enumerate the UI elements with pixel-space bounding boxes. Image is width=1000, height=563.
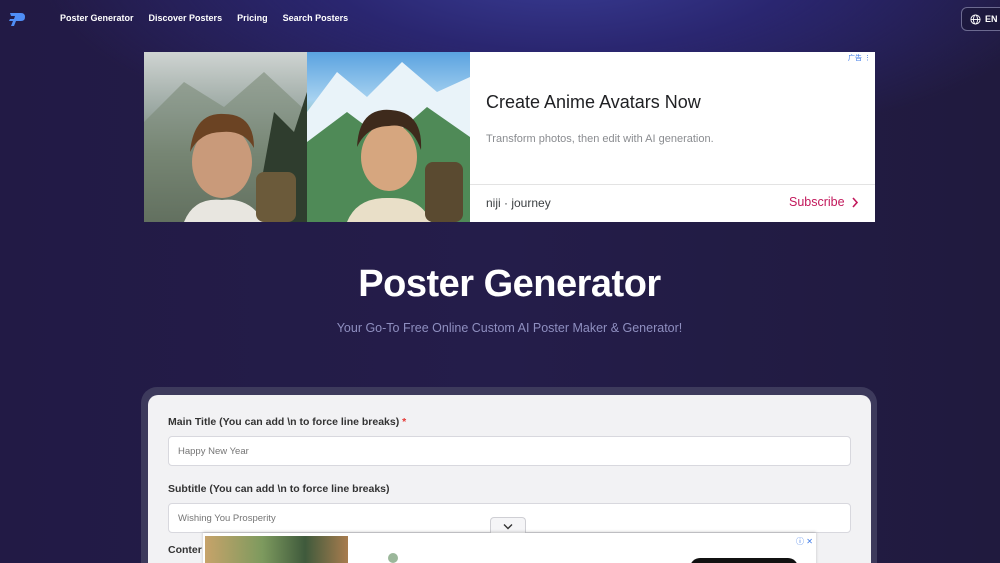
subtitle-label: Subtitle (You can add \n to force line b… [168, 483, 390, 495]
page-subtitle: Your Go-To Free Online Custom AI Poster … [336, 321, 683, 335]
ad-choices-badge[interactable]: 广告 ⋮ [848, 53, 871, 63]
chevron-down-icon [503, 523, 513, 529]
logo-icon[interactable] [8, 11, 26, 27]
ad-description: Transform photos, then edit with AI gene… [486, 133, 714, 145]
content-label: Conter [168, 544, 202, 556]
globe-icon [970, 13, 981, 25]
required-mark: * [402, 416, 407, 428]
nav-pricing[interactable]: Pricing [237, 13, 268, 23]
ad-brand: niji · journey [486, 196, 551, 210]
main-title-label: Main Title (You can add \n to force line… [168, 416, 407, 428]
nav-links: Poster Generator Discover Posters Pricin… [60, 13, 348, 23]
page-title: Poster Generator [358, 263, 661, 305]
bottom-ad-banner[interactable]: ⓘ ✕ [203, 533, 816, 563]
ad-anime-image [307, 52, 470, 222]
ad-banner[interactable]: Create Anime Avatars Now Transform photo… [144, 52, 875, 222]
nav-discover-posters[interactable]: Discover Posters [149, 13, 223, 23]
main-title-input[interactable] [168, 436, 851, 466]
bottom-ad-logo-icon [388, 553, 398, 563]
nav-search-posters[interactable]: Search Posters [283, 13, 349, 23]
ad-title[interactable]: Create Anime Avatars Now [486, 92, 701, 113]
collapse-ad-button[interactable] [490, 517, 526, 534]
bottom-ad-image [205, 536, 348, 563]
language-button[interactable]: EN [961, 7, 1000, 31]
ad-photo-image [144, 52, 307, 222]
ad-info-icon[interactable]: ⓘ ✕ [796, 536, 813, 547]
bottom-ad-button[interactable] [690, 558, 798, 563]
ad-divider [470, 184, 875, 185]
top-nav: Poster Generator Discover Posters Pricin… [0, 0, 1000, 38]
chevron-right-icon [851, 196, 858, 208]
ad-subscribe-button[interactable]: Subscribe [789, 195, 859, 209]
nav-poster-generator[interactable]: Poster Generator [60, 13, 134, 23]
ad-subscribe-label: Subscribe [789, 195, 845, 209]
language-label: EN [985, 14, 998, 24]
